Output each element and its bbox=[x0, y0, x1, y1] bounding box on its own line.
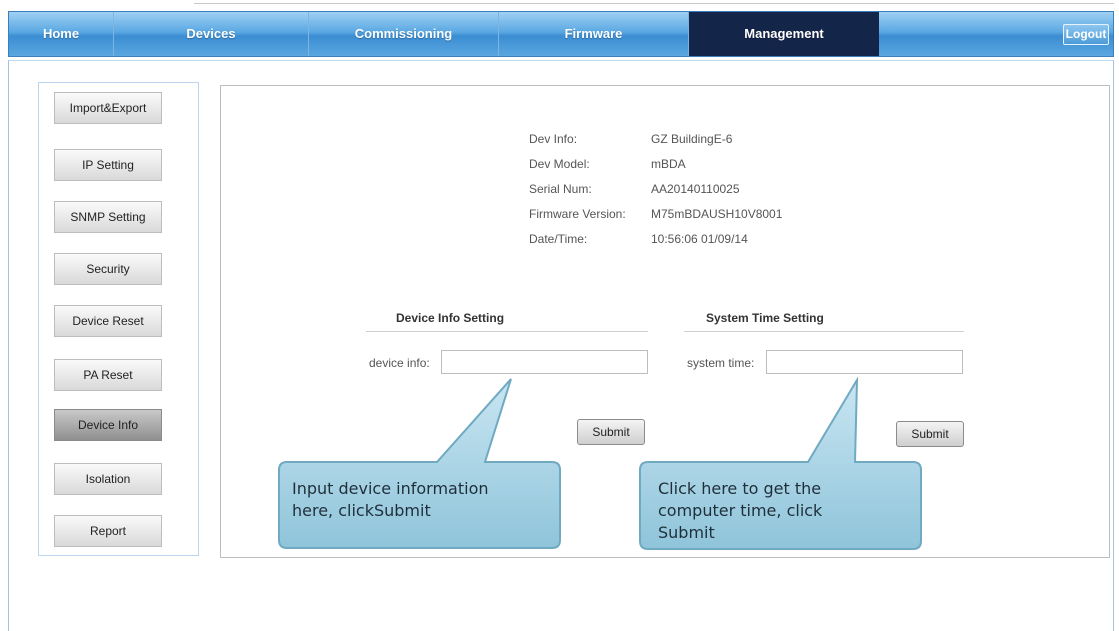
sidebar-item-security[interactable]: Security bbox=[54, 253, 162, 285]
system-time-field-label: system time: bbox=[687, 356, 755, 370]
firmware-version-value: M75mBDAUSH10V8001 bbox=[651, 207, 783, 221]
nav-firmware[interactable]: Firmware bbox=[499, 12, 689, 56]
nav-commissioning[interactable]: Commissioning bbox=[309, 12, 499, 56]
serial-num-label: Serial Num: bbox=[529, 182, 592, 196]
sidebar-item-report[interactable]: Report bbox=[54, 515, 162, 547]
callout-left-text: Input device information here, clickSubm… bbox=[292, 478, 489, 522]
callout-left-line-1: Input device information bbox=[292, 479, 489, 498]
sidebar-item-snmp-setting[interactable]: SNMP Setting bbox=[54, 201, 162, 233]
callout-right-text: Click here to get the computer time, cli… bbox=[658, 478, 822, 544]
sidebar-item-import-export[interactable]: Import&Export bbox=[54, 92, 162, 124]
top-divider bbox=[194, 3, 1114, 4]
device-info-input[interactable] bbox=[441, 350, 648, 374]
system-time-setting-divider bbox=[684, 331, 964, 332]
sidebar-item-device-info[interactable]: Device Info bbox=[54, 409, 162, 441]
device-info-setting-title: Device Info Setting bbox=[396, 311, 505, 325]
dev-info-label: Dev Info: bbox=[529, 132, 578, 146]
date-time-label: Date/Time: bbox=[529, 232, 588, 246]
nav-devices[interactable]: Devices bbox=[114, 12, 309, 56]
callout-left-line-2: here, clickSubmit bbox=[292, 501, 431, 520]
system-time-submit-button[interactable]: Submit bbox=[896, 421, 964, 447]
device-info-setting-divider bbox=[366, 331, 648, 332]
logout-button[interactable]: Logout bbox=[1063, 24, 1109, 45]
sidebar-item-isolation[interactable]: Isolation bbox=[54, 463, 162, 495]
dev-model-label: Dev Model: bbox=[529, 157, 590, 171]
firmware-version-label: Firmware Version: bbox=[529, 207, 626, 221]
callout-right-line-2: computer time, click bbox=[658, 501, 823, 520]
sidebar-item-pa-reset[interactable]: PA Reset bbox=[54, 359, 162, 391]
callout-right-line-1: Click here to get the bbox=[658, 479, 822, 498]
dev-info-value: GZ BuildingE-6 bbox=[651, 132, 733, 146]
system-time-setting-title: System Time Setting bbox=[706, 311, 824, 325]
device-info-submit-button[interactable]: Submit bbox=[577, 419, 645, 445]
nav-management[interactable]: Management bbox=[689, 12, 879, 56]
device-info-field-label: device info: bbox=[369, 356, 430, 370]
system-time-input[interactable] bbox=[766, 350, 963, 374]
sidebar-item-device-reset[interactable]: Device Reset bbox=[54, 305, 162, 337]
date-time-value: 10:56:06 01/09/14 bbox=[651, 232, 748, 246]
dev-model-value: mBDA bbox=[651, 157, 686, 171]
callout-right-line-3: Submit bbox=[658, 523, 715, 542]
sidebar-item-ip-setting[interactable]: IP Setting bbox=[54, 149, 162, 181]
sidebar: Import&Export IP Setting SNMP Setting Se… bbox=[38, 82, 199, 556]
serial-num-value: AA20140110025 bbox=[651, 182, 740, 196]
nav-home[interactable]: Home bbox=[9, 12, 114, 56]
top-navigation: Home Devices Commissioning Firmware Mana… bbox=[8, 11, 1114, 57]
